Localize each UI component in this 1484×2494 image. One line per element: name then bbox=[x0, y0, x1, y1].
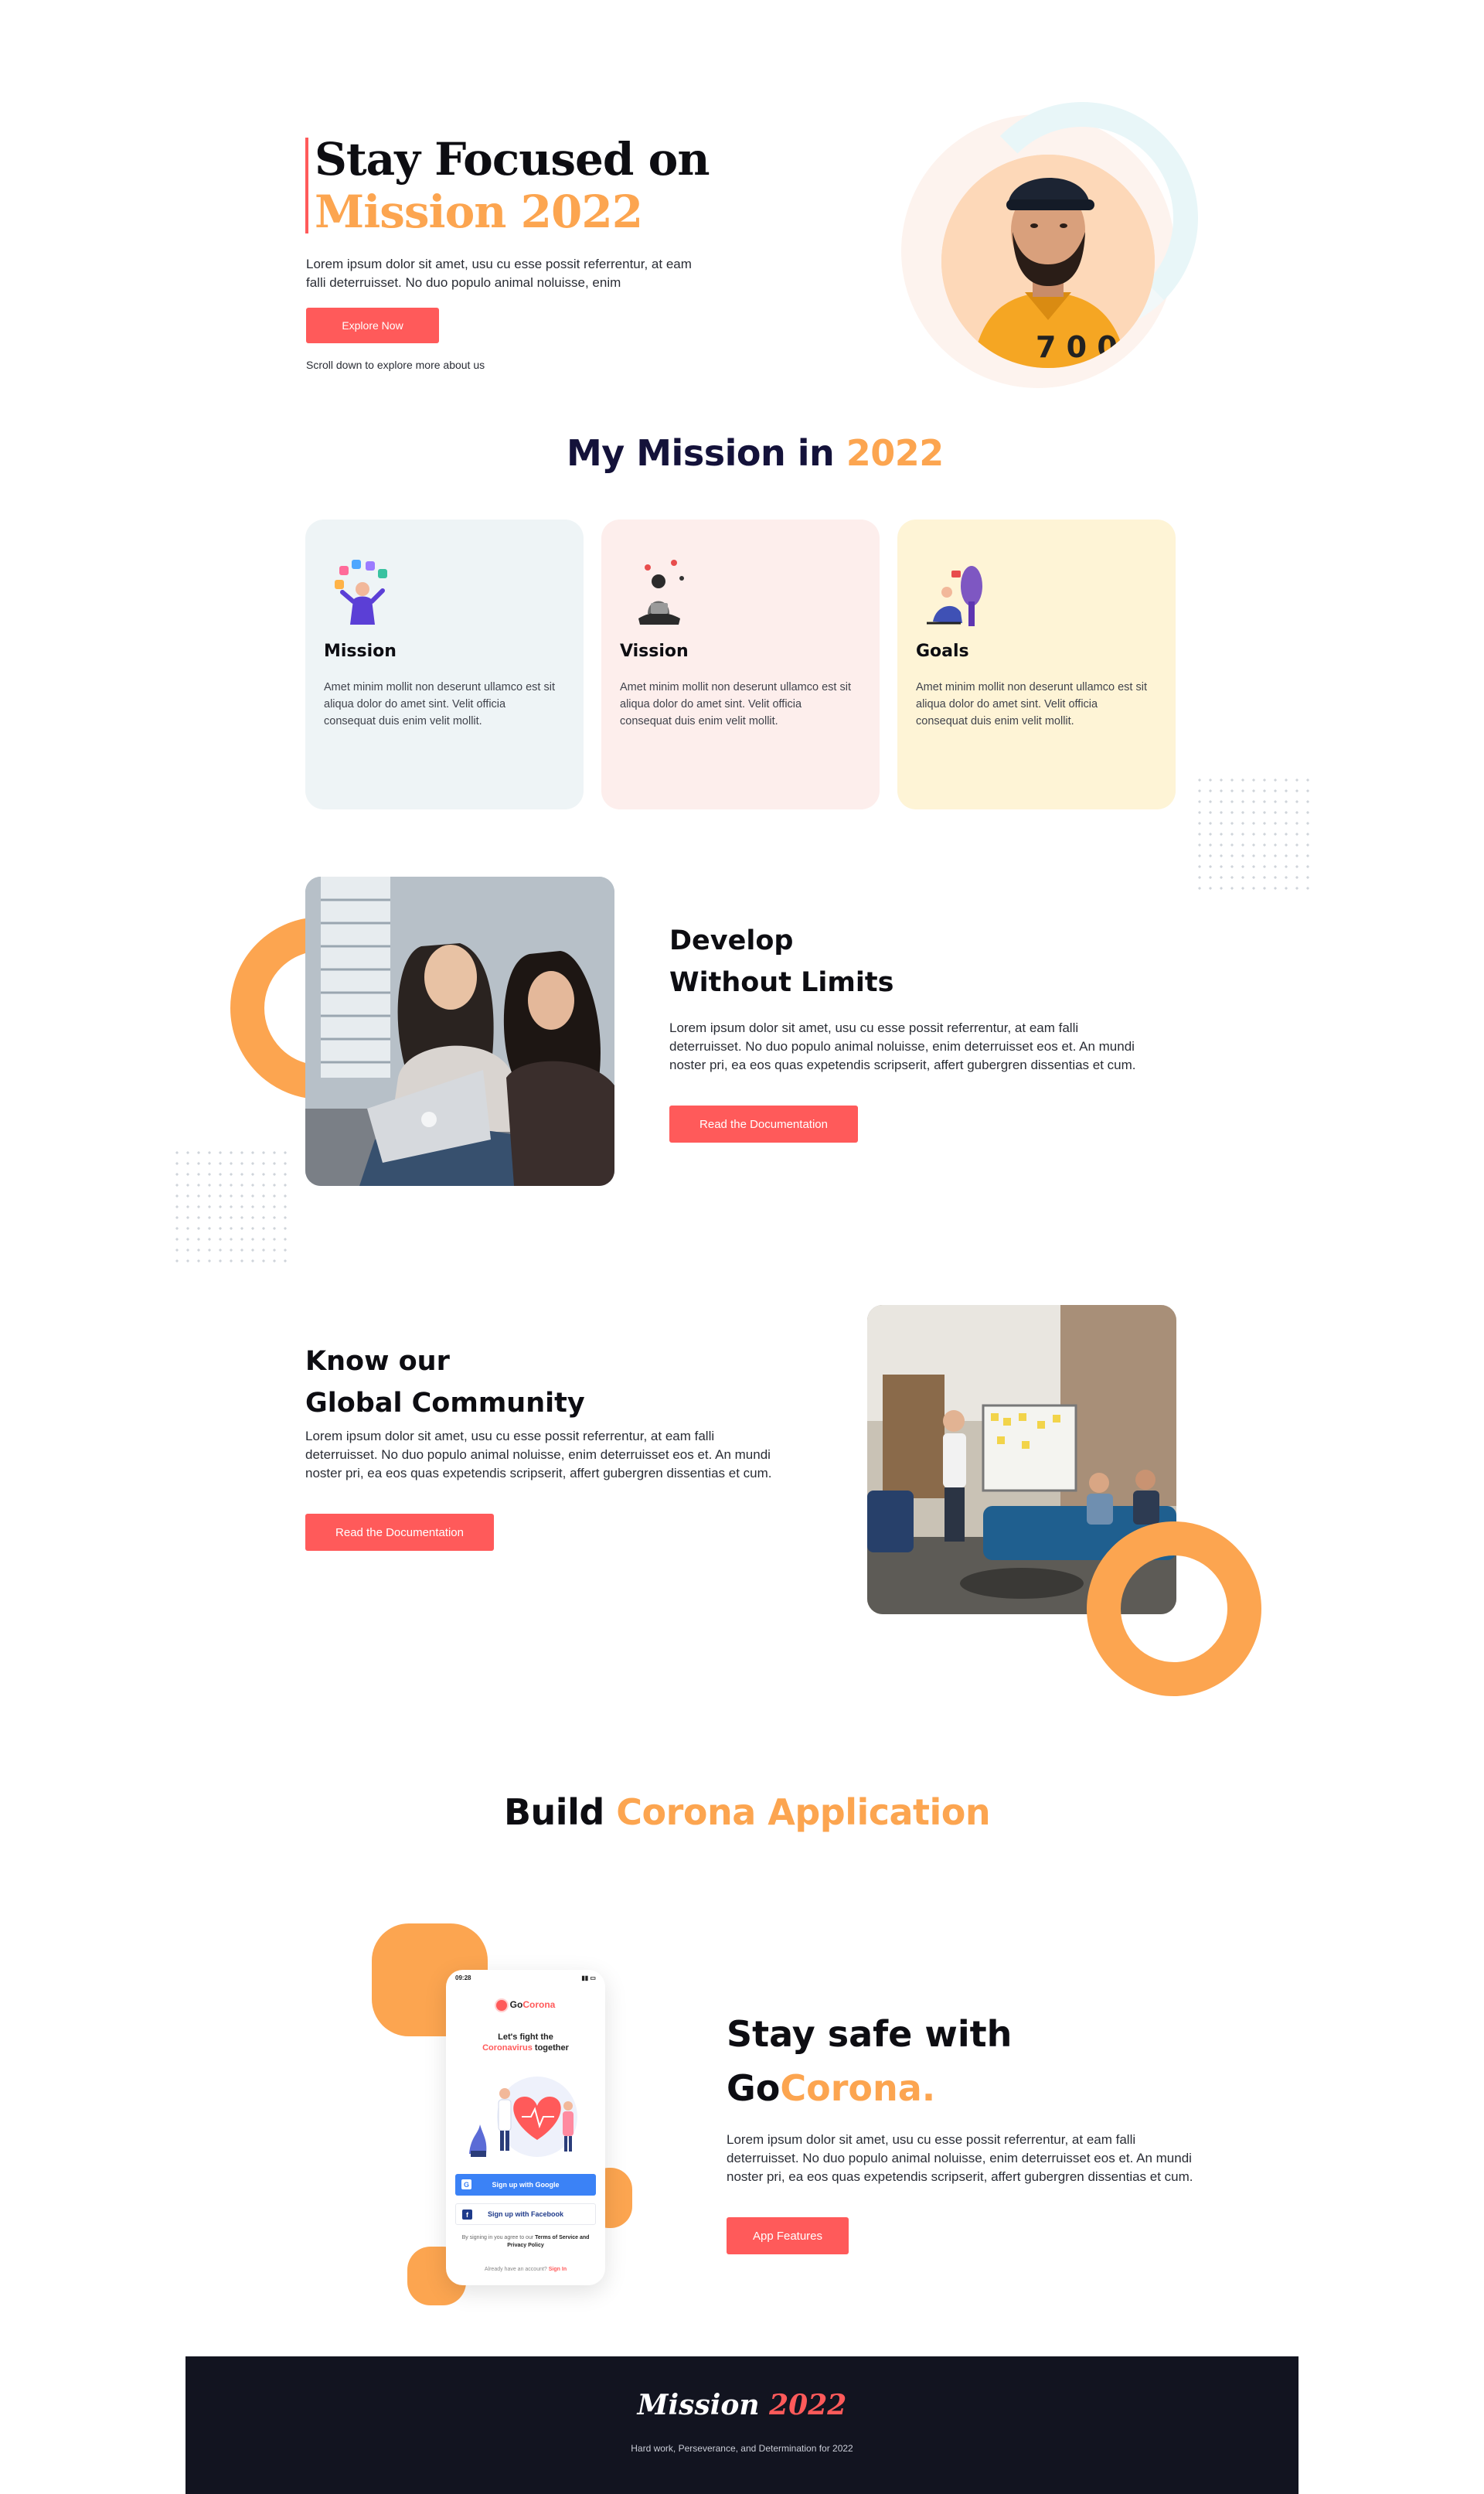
footer-logo[interactable]: Mission 2022 bbox=[186, 2389, 1298, 2421]
phone-mockup: 09:28 ▮▮ ▭ GoCorona Let's fight the Coro… bbox=[446, 1970, 605, 2285]
safe-heading-line1: Stay safe with bbox=[727, 2013, 1013, 2055]
sign-in-link[interactable]: Sign In bbox=[549, 2267, 567, 2272]
develop-heading-line2: Without Limits bbox=[669, 967, 894, 998]
develop-photo bbox=[305, 877, 614, 1186]
app-features-button[interactable]: App Features bbox=[727, 2217, 849, 2254]
phone-brand: GoCorona bbox=[446, 1999, 605, 2011]
explore-now-button[interactable]: Explore Now bbox=[306, 308, 439, 343]
card-goals: Goals Amet minim mollit non deserunt ull… bbox=[897, 520, 1176, 809]
hero-title-line1: Stay Focused on bbox=[315, 133, 710, 186]
card-mission: Mission Amet minim mollit non deserunt u… bbox=[305, 520, 584, 809]
corona-heading: Build Corona Application bbox=[504, 1791, 991, 1833]
facebook-icon: f bbox=[462, 2210, 472, 2220]
community-heading-line2: Global Community bbox=[305, 1388, 585, 1419]
community-heading-line1: Know our bbox=[305, 1346, 450, 1377]
goals-illustration-icon bbox=[927, 566, 982, 626]
facebook-signup-button[interactable]: f Sign up with Facebook bbox=[455, 2203, 596, 2225]
card-title: Mission bbox=[324, 642, 397, 661]
phone-tagline: Let's fight the Coronavirus together bbox=[482, 2032, 569, 2053]
women-laptop-image bbox=[305, 877, 614, 1186]
read-documentation-button[interactable]: Read the Documentation bbox=[305, 1514, 494, 1551]
card-vission: Vission Amet minim mollit non deserunt u… bbox=[601, 520, 880, 809]
phone-status-bar: 09:28 ▮▮ ▭ bbox=[455, 1974, 596, 1981]
develop-heading-line1: Develop bbox=[669, 925, 794, 956]
card-title: Goals bbox=[916, 642, 969, 661]
virus-icon bbox=[495, 1999, 507, 2011]
terms-text: By signing in you agree to our Terms of … bbox=[461, 2235, 590, 2248]
scroll-note: Scroll down to explore more about us bbox=[306, 359, 485, 371]
footer: Mission 2022 Hard work, Perseverance, an… bbox=[186, 2356, 1298, 2494]
phone-time: 09:28 bbox=[455, 1974, 471, 1981]
signal-battery-icon: ▮▮ ▭ bbox=[581, 1974, 596, 1981]
mission-illustration-icon bbox=[335, 560, 387, 625]
corona-paragraph: Lorem ipsum dolor sit amet, usu cu esse … bbox=[727, 2132, 1193, 2184]
hero-avatar: 7 0 0 bbox=[941, 155, 1155, 368]
hero-paragraph: Lorem ipsum dolor sit amet, usu cu esse … bbox=[306, 257, 692, 290]
dot-pattern-decor bbox=[1194, 775, 1310, 891]
dot-pattern-decor bbox=[172, 1147, 288, 1263]
hero-title-line2: Mission 2022 bbox=[315, 186, 643, 238]
read-documentation-button[interactable]: Read the Documentation bbox=[669, 1106, 858, 1143]
doctors-heart-illustration bbox=[469, 2077, 577, 2157]
google-icon: G bbox=[461, 2179, 471, 2189]
person-portrait-image: 7 0 0 bbox=[941, 155, 1155, 368]
card-text: Amet minim mollit non deserunt ullamco e… bbox=[916, 681, 1147, 727]
community-paragraph: Lorem ipsum dolor sit amet, usu cu esse … bbox=[305, 1429, 772, 1480]
orange-ring-decor bbox=[1087, 1521, 1261, 1696]
card-text: Amet minim mollit non deserunt ullamco e… bbox=[324, 681, 555, 727]
account-text: Already have an account? Sign In bbox=[484, 2267, 567, 2272]
footer-tagline: Hard work, Perseverance, and Determinati… bbox=[631, 2443, 853, 2454]
develop-paragraph: Lorem ipsum dolor sit amet, usu cu esse … bbox=[669, 1020, 1136, 1072]
card-text: Amet minim mollit non deserunt ullamco e… bbox=[620, 681, 851, 727]
mission-heading: My Mission in 2022 bbox=[567, 432, 944, 474]
hero-accent-bar bbox=[305, 138, 308, 233]
card-title: Vission bbox=[620, 642, 689, 661]
google-signup-button[interactable]: G Sign up with Google bbox=[455, 2174, 596, 2196]
safe-heading-line2: GoCorona. bbox=[727, 2067, 936, 2109]
vission-illustration-icon bbox=[638, 560, 684, 625]
